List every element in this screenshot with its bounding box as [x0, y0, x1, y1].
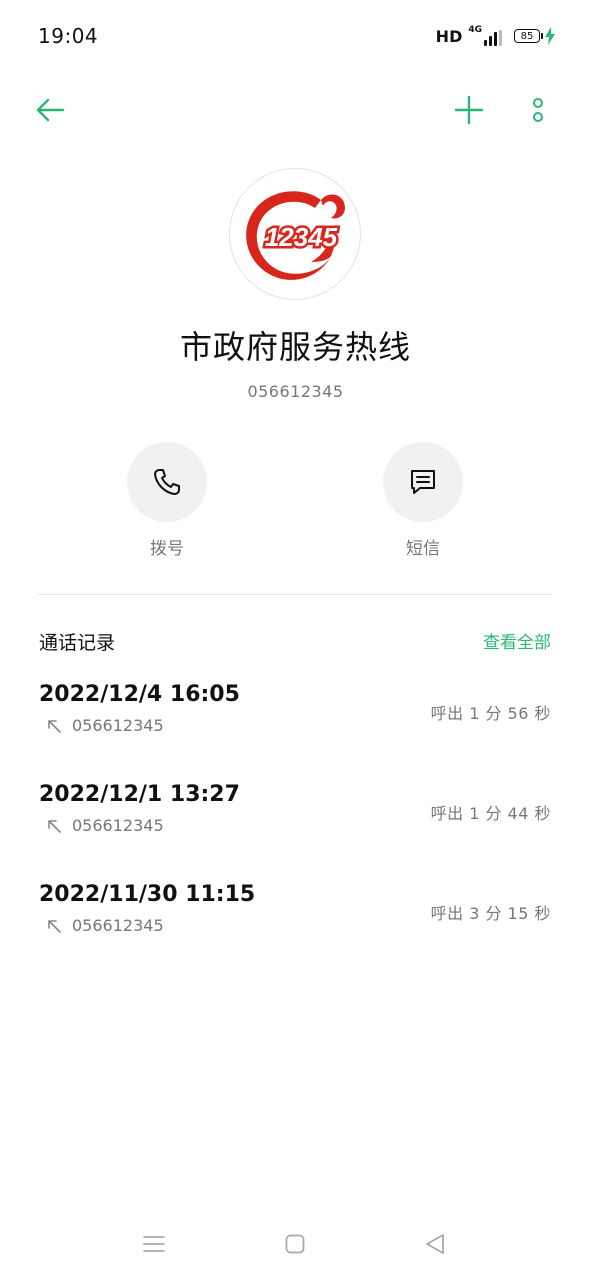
contact-number: 056612345 [247, 382, 344, 401]
more-vertical-icon [533, 98, 543, 122]
signal-bar [494, 32, 497, 46]
hotline-logo: 12345 [246, 191, 345, 280]
call-action[interactable]: 拨号 [127, 442, 207, 559]
recent-apps-button[interactable] [132, 1222, 176, 1266]
call-datetime: 2022/11/30 11:15 [39, 882, 256, 907]
outgoing-call-icon [48, 919, 61, 933]
contact-avatar: 12345 [229, 168, 361, 300]
call-datetime: 2022/12/4 16:05 [39, 682, 240, 707]
battery-cap [541, 33, 543, 39]
call-log-item[interactable]: 2022/11/30 11:15 056612345 呼出 3 分 15 秒 [0, 880, 591, 980]
add-contact-button[interactable] [447, 88, 491, 132]
more-options-button[interactable] [516, 88, 560, 132]
home-button[interactable] [273, 1222, 317, 1266]
view-all-link[interactable]: 查看全部 [483, 628, 551, 653]
signal-bar [484, 40, 487, 46]
call-label: 拨号 [150, 539, 184, 559]
battery-level: 85 [514, 29, 540, 43]
status-time: 19:04 [38, 24, 99, 48]
outgoing-call-icon [48, 819, 61, 833]
status-bar: 19:04 HD 4G 85 [0, 0, 591, 72]
signal-icon: 4G [468, 26, 502, 46]
call-sub: 056612345 [46, 716, 164, 735]
nav-back-button[interactable] [413, 1222, 457, 1266]
logo-text: 12345 [265, 222, 338, 252]
divider [38, 594, 552, 595]
call-number: 056612345 [72, 816, 164, 835]
call-button[interactable] [127, 442, 207, 522]
square-icon [285, 1234, 305, 1254]
call-log-list: 2022/12/4 16:05 056612345 呼出 1 分 56 秒 20… [0, 680, 591, 980]
charging-bolt-icon [545, 27, 555, 45]
call-info: 呼出 1 分 56 秒 [430, 704, 551, 723]
message-icon [411, 470, 435, 494]
phone-icon [154, 469, 180, 495]
arrow-left-icon [36, 98, 65, 122]
contact-detail-screen: 19:04 HD 4G 85 12345 市政府服务热线 056612345 拨… [0, 0, 591, 1280]
menu-icon [143, 1236, 165, 1252]
call-number: 056612345 [72, 716, 164, 735]
top-toolbar [0, 88, 591, 132]
call-info: 呼出 1 分 44 秒 [430, 804, 551, 823]
sms-button[interactable] [383, 442, 463, 522]
plus-icon [455, 96, 483, 124]
battery-icon: 85 [514, 27, 555, 45]
call-log-title: 通话记录 [39, 632, 116, 654]
outgoing-call-icon [48, 719, 61, 733]
signal-bar [499, 30, 502, 46]
status-indicators: HD 4G 85 [436, 26, 555, 46]
call-sub: 056612345 [46, 816, 164, 835]
call-info: 呼出 3 分 15 秒 [430, 904, 551, 923]
sms-action[interactable]: 短信 [383, 442, 463, 559]
signal-bar [489, 36, 492, 46]
call-datetime: 2022/12/1 13:27 [39, 782, 240, 807]
call-log-item[interactable]: 2022/12/4 16:05 056612345 呼出 1 分 56 秒 [0, 680, 591, 780]
triangle-back-icon [426, 1234, 444, 1254]
network-type: 4G [468, 25, 482, 35]
hd-indicator: HD [435, 26, 463, 46]
navigation-bar [0, 1222, 591, 1266]
call-number: 056612345 [72, 916, 164, 935]
contact-name: 市政府服务热线 [179, 328, 411, 366]
back-button[interactable] [28, 88, 72, 132]
call-sub: 056612345 [46, 916, 164, 935]
call-log-item[interactable]: 2022/12/1 13:27 056612345 呼出 1 分 44 秒 [0, 780, 591, 880]
sms-label: 短信 [406, 539, 440, 559]
